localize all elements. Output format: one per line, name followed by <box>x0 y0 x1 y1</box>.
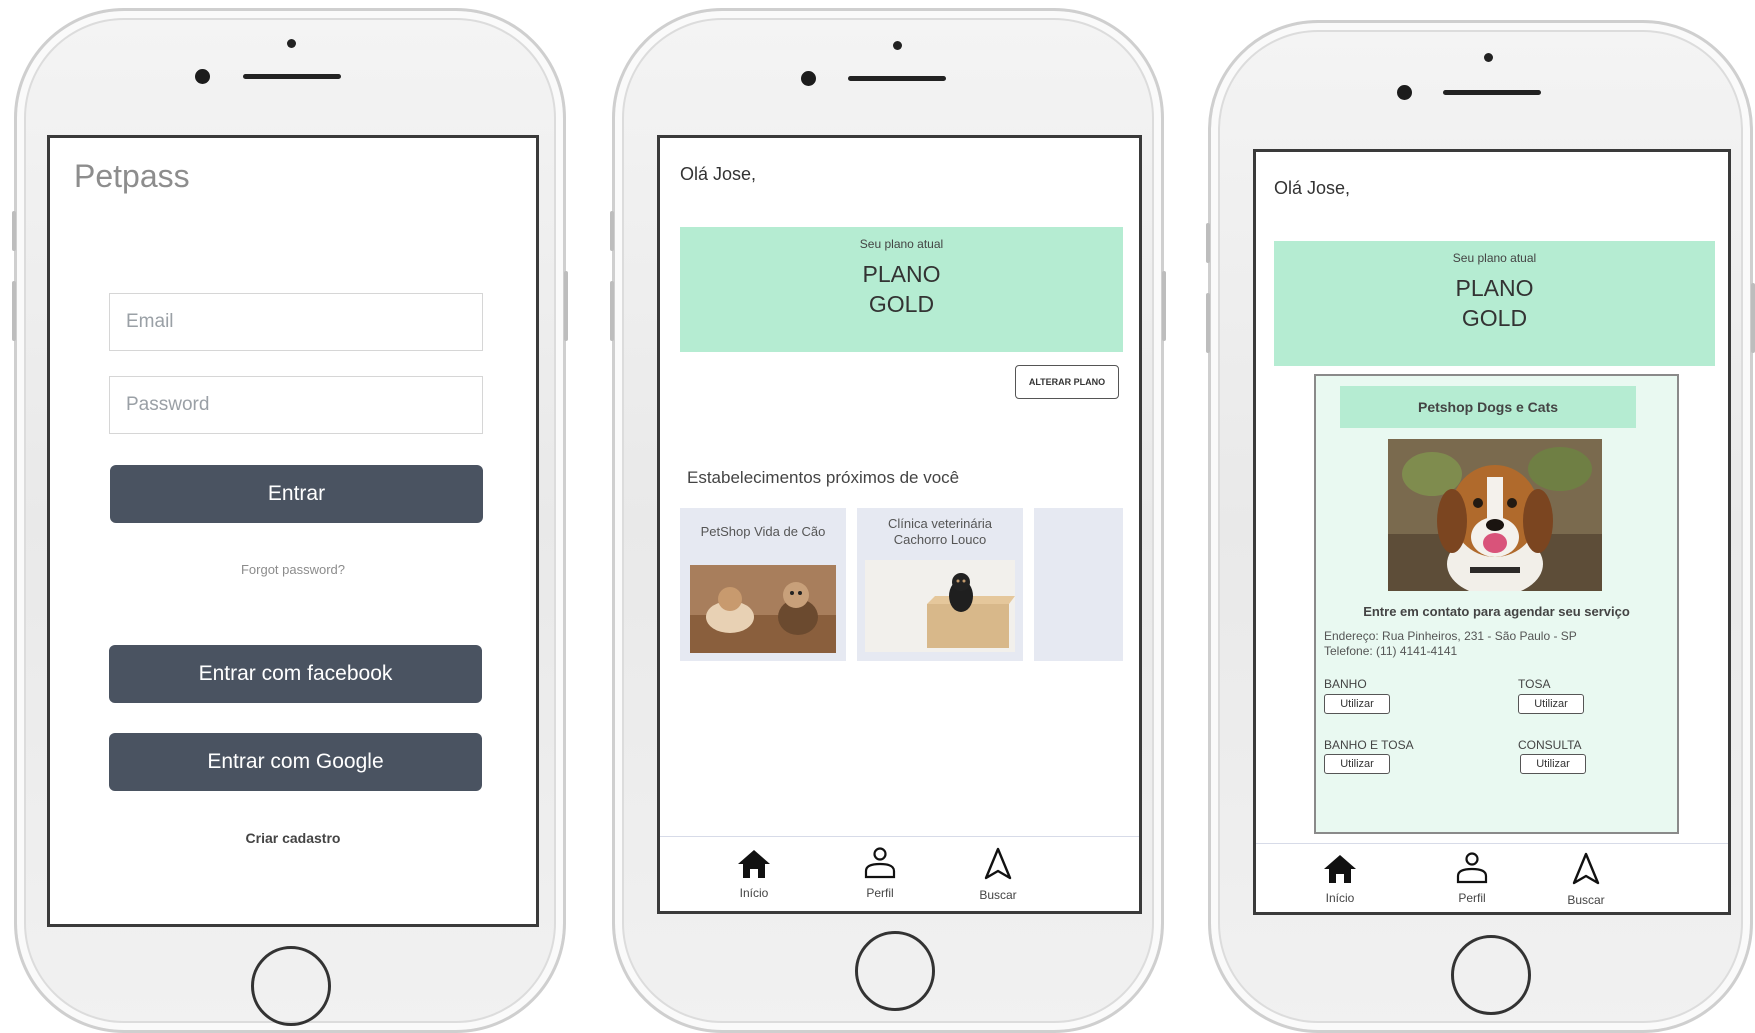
service-name: CONSULTA <box>1518 738 1582 752</box>
tab-search-label: Buscar <box>1567 893 1605 907</box>
app-title: Petpass <box>74 158 190 194</box>
place-card[interactable] <box>1034 508 1123 661</box>
nearby-heading: Estabelecimentos próximos de você <box>687 468 960 487</box>
greeting-text: Olá Jose, <box>1274 178 1351 198</box>
register-link[interactable]: Criar cadastro <box>50 830 536 846</box>
front-camera <box>801 71 816 86</box>
plan-name-line1: PLANO <box>1455 275 1534 301</box>
greeting-text: Olá Jose, <box>680 164 757 184</box>
home-screen: Olá Jose, Seu plano atual PLANO GOLD ALT… <box>657 135 1142 914</box>
detail-screen: Olá Jose, Seu plano atual PLANO GOLD Pet… <box>1253 149 1731 915</box>
place-card[interactable]: Clínica veterinária Cachorro Louco <box>857 508 1023 661</box>
use-service-button[interactable]: Utilizar <box>1324 694 1390 714</box>
tab-profile[interactable]: Perfil <box>1442 852 1502 905</box>
user-icon <box>864 847 896 879</box>
plan-name-line2: GOLD <box>868 291 935 317</box>
place-name-line1: Clínica veterinária <box>887 516 993 531</box>
plan-caption: Seu plano atual <box>1452 251 1537 265</box>
user-icon <box>1456 852 1488 884</box>
side-button <box>1162 271 1166 341</box>
email-input[interactable]: Email <box>109 293 483 351</box>
tab-profile-label: Perfil <box>1458 891 1486 905</box>
tab-bar: Início Perfil Buscar <box>660 836 1139 911</box>
beagle-photo <box>1388 439 1602 591</box>
place-name-line2: Cachorro Louco <box>893 532 987 547</box>
current-plan-card: Seu plano atual PLANO GOLD <box>680 227 1123 352</box>
front-sensor <box>893 41 902 50</box>
forgot-password-link[interactable]: Forgot password? <box>50 562 536 577</box>
tab-profile-label: Perfil <box>866 886 894 900</box>
service-name: BANHO <box>1324 677 1367 691</box>
phone-text: Telefone: (11) 4141-4141 <box>1324 644 1458 658</box>
address-text: Endereço: Rua Pinheiros, 231 - São Paulo… <box>1324 629 1577 643</box>
home-icon <box>1324 855 1356 883</box>
side-button <box>564 271 568 341</box>
use-service-button[interactable]: Utilizar <box>1518 694 1584 714</box>
side-button <box>610 281 614 341</box>
tab-search[interactable]: Buscar <box>968 847 1028 902</box>
google-login-button[interactable]: Entrar com Google <box>109 733 482 791</box>
home-icon <box>738 850 770 878</box>
contact-heading: Entre em contato para agendar seu serviç… <box>1363 604 1630 619</box>
home-button[interactable] <box>1451 935 1531 1015</box>
shop-name-banner: Petshop Dogs e Cats <box>1340 386 1636 428</box>
side-button <box>12 211 16 251</box>
tab-search-label: Buscar <box>979 888 1017 902</box>
speaker-grille <box>1443 90 1541 95</box>
tab-home-label: Início <box>739 886 769 900</box>
side-button <box>12 281 16 341</box>
home-button[interactable] <box>855 931 935 1011</box>
email-placeholder: Email <box>126 311 174 332</box>
home-button[interactable] <box>251 946 331 1026</box>
login-button[interactable]: Entrar <box>110 465 483 523</box>
password-input[interactable]: Password <box>109 376 483 434</box>
side-button <box>1751 283 1755 353</box>
establishment-panel: Petshop Dogs e Cats Entre em contato par… <box>1314 374 1679 834</box>
speaker-grille <box>848 76 946 81</box>
shop-name: Petshop Dogs e Cats <box>1417 399 1559 415</box>
tab-profile[interactable]: Perfil <box>850 847 910 900</box>
side-button <box>610 211 614 251</box>
dog-in-box-image <box>865 560 1015 652</box>
navigation-arrow-icon <box>984 847 1012 880</box>
current-plan-card: Seu plano atual PLANO GOLD <box>1274 241 1715 366</box>
tab-home-label: Início <box>1325 891 1355 905</box>
facebook-login-button[interactable]: Entrar com facebook <box>109 645 482 703</box>
place-name: PetShop Vida de Cão <box>700 524 826 539</box>
place-card[interactable]: PetShop Vida de Cão <box>680 508 846 661</box>
plan-name-line2: GOLD <box>1461 305 1528 331</box>
navigation-arrow-icon <box>1572 852 1600 885</box>
phone-detail: Olá Jose, Seu plano atual PLANO GOLD Pet… <box>1206 20 1755 1033</box>
tab-home[interactable]: Início <box>1310 854 1370 905</box>
change-plan-button[interactable]: ALTERAR PLANO <box>1015 365 1119 399</box>
password-placeholder: Password <box>126 394 210 415</box>
login-screen: Petpass Email Password Entrar Forgot pas… <box>47 135 539 927</box>
use-service-button[interactable]: Utilizar <box>1520 754 1586 774</box>
plan-name-line1: PLANO <box>862 261 941 287</box>
tab-home[interactable]: Início <box>724 849 784 900</box>
service-name: BANHO E TOSA <box>1324 738 1414 752</box>
tab-search[interactable]: Buscar <box>1556 852 1616 907</box>
plan-caption: Seu plano atual <box>859 237 944 251</box>
front-sensor <box>287 39 296 48</box>
service-name: TOSA <box>1518 677 1551 691</box>
side-button <box>1206 293 1210 353</box>
side-button <box>1206 223 1210 263</box>
phone-home: Olá Jose, Seu plano atual PLANO GOLD ALT… <box>610 8 1166 1033</box>
front-sensor <box>1484 53 1493 62</box>
front-camera <box>195 69 210 84</box>
tab-bar: Início Perfil Buscar <box>1256 843 1728 912</box>
speaker-grille <box>243 74 341 79</box>
use-service-button[interactable]: Utilizar <box>1324 754 1390 774</box>
dogs-running-image <box>690 565 836 653</box>
front-camera <box>1397 85 1412 100</box>
phone-login: Petpass Email Password Entrar Forgot pas… <box>12 8 568 1033</box>
